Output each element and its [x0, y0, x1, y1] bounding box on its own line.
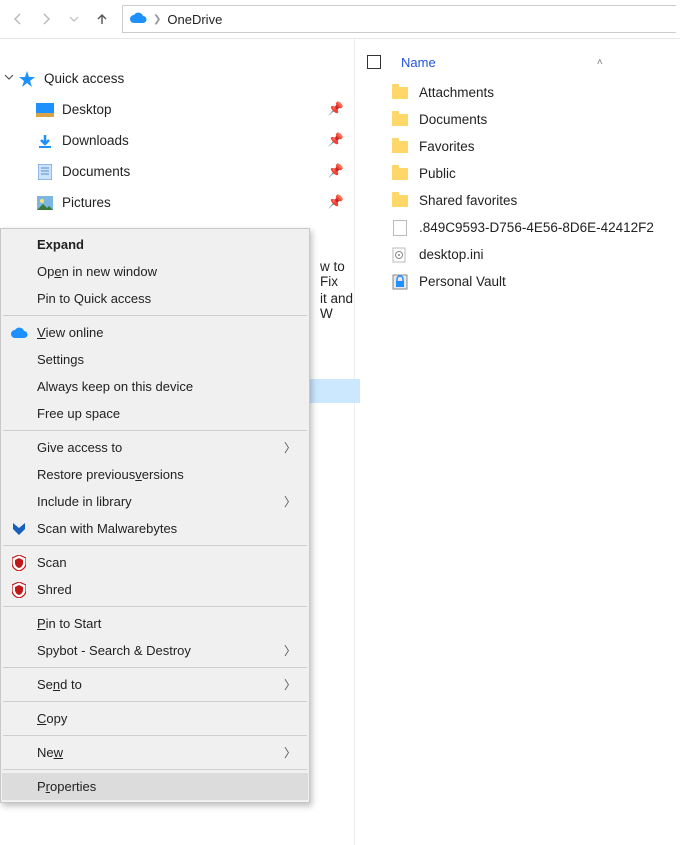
pin-icon: 📌 [328, 132, 344, 148]
vault-icon [391, 273, 409, 291]
select-all-checkbox[interactable] [367, 55, 381, 69]
ctx-separator [3, 769, 307, 770]
ctx-scan-malwarebytes[interactable]: Scan with Malwarebytes [2, 515, 308, 542]
ctx-pin-quick-access[interactable]: Pin to Quick access [2, 285, 308, 312]
content-pane: Name ˄ Attachments Documents Favorites P… [355, 39, 680, 845]
ctx-pin-start[interactable]: Pin to Start [2, 610, 308, 637]
tree-item-selected-partial [304, 379, 360, 403]
file-name: Documents [419, 112, 487, 127]
chevron-down-icon[interactable] [4, 72, 18, 85]
chevron-right-icon: 〉 [284, 493, 296, 510]
file-name: Public [419, 166, 456, 181]
ctx-separator [3, 667, 307, 668]
ctx-expand[interactable]: Expand [2, 231, 308, 258]
ctx-separator [3, 430, 307, 431]
malwarebytes-icon [10, 520, 28, 538]
mcafee-icon [10, 581, 28, 599]
ctx-copy[interactable]: Copy [2, 705, 308, 732]
breadcrumb[interactable]: ❯ OneDrive [122, 5, 676, 33]
chevron-right-icon: 〉 [284, 642, 296, 659]
ctx-spybot[interactable]: Spybot - Search & Destroy〉 [2, 637, 308, 664]
mcafee-icon [10, 554, 28, 572]
ctx-open-new-window[interactable]: Open in new window [2, 258, 308, 285]
downloads-icon [36, 132, 54, 150]
file-name: Shared favorites [419, 193, 517, 208]
file-icon [391, 219, 409, 237]
chevron-right-icon: 〉 [284, 676, 296, 693]
column-header-row: Name ˄ [355, 45, 680, 79]
folder-icon [391, 111, 409, 129]
breadcrumb-location[interactable]: OneDrive [167, 12, 222, 27]
tree-item-label: Pictures [62, 195, 111, 210]
file-item[interactable]: Shared favorites [355, 187, 680, 214]
tree-item-label: Documents [62, 164, 130, 179]
ctx-properties[interactable]: Properties [2, 773, 308, 800]
tree-item-label: Quick access [44, 71, 124, 86]
ctx-give-access[interactable]: Give access to〉 [2, 434, 308, 461]
pictures-icon [36, 194, 54, 212]
quick-access-icon [18, 70, 36, 88]
folder-icon [391, 192, 409, 210]
forward-button[interactable] [32, 5, 60, 33]
column-header-name[interactable]: Name [401, 55, 436, 70]
file-name: desktop.ini [419, 247, 484, 262]
ctx-separator [3, 606, 307, 607]
ctx-restore-previous[interactable]: Restore previous versions [2, 461, 308, 488]
tree-item-desktop[interactable]: Desktop 📌 [0, 94, 354, 125]
ctx-shred[interactable]: Shred [2, 576, 308, 603]
file-name: Favorites [419, 139, 475, 154]
file-item[interactable]: Attachments [355, 79, 680, 106]
pin-icon: 📌 [328, 194, 344, 210]
file-item[interactable]: desktop.ini [355, 241, 680, 268]
tree-item-partial: it and W [320, 291, 354, 321]
chevron-right-icon: 〉 [284, 744, 296, 761]
file-item[interactable]: Favorites [355, 133, 680, 160]
back-button[interactable] [4, 5, 32, 33]
file-item[interactable]: .849C9593-D756-4E56-8D6E-42412F2 [355, 214, 680, 241]
file-item[interactable]: Public [355, 160, 680, 187]
folder-icon [391, 165, 409, 183]
tree-item-downloads[interactable]: Downloads 📌 [0, 125, 354, 156]
ctx-new[interactable]: New〉 [2, 739, 308, 766]
file-item[interactable]: Personal Vault [355, 268, 680, 295]
ctx-separator [3, 735, 307, 736]
desktop-icon [36, 101, 54, 119]
context-menu: Expand Open in new window Pin to Quick a… [0, 228, 310, 803]
file-name: Attachments [419, 85, 494, 100]
ctx-separator [3, 315, 307, 316]
address-bar: ❯ OneDrive [0, 0, 680, 38]
tree-item-label: Downloads [62, 133, 129, 148]
ctx-always-keep[interactable]: Always keep on this device [2, 373, 308, 400]
chevron-right-icon: 〉 [284, 439, 296, 456]
ini-file-icon [391, 246, 409, 264]
tree-item-pictures[interactable]: Pictures 📌 [0, 187, 354, 218]
file-name: .849C9593-D756-4E56-8D6E-42412F2 [419, 220, 654, 235]
onedrive-icon [10, 324, 28, 342]
documents-icon [36, 163, 54, 181]
tree-item-documents[interactable]: Documents 📌 [0, 156, 354, 187]
folder-icon [391, 138, 409, 156]
pin-icon: 📌 [328, 101, 344, 117]
tree-item-partial: w to Fix [320, 259, 354, 289]
file-name: Personal Vault [419, 274, 506, 289]
folder-icon [391, 84, 409, 102]
up-button[interactable] [88, 5, 116, 33]
ctx-separator [3, 701, 307, 702]
ctx-view-online[interactable]: View online [2, 319, 308, 346]
recent-dropdown[interactable] [60, 5, 88, 33]
ctx-separator [3, 545, 307, 546]
breadcrumb-separator: ❯ [153, 14, 161, 25]
sort-indicator-icon: ˄ [597, 57, 603, 68]
ctx-include-library[interactable]: Include in library〉 [2, 488, 308, 515]
onedrive-icon [129, 12, 147, 27]
file-item[interactable]: Documents [355, 106, 680, 133]
ctx-free-up-space[interactable]: Free up space [2, 400, 308, 427]
ctx-send-to[interactable]: Send to〉 [2, 671, 308, 698]
tree-item-label: Desktop [62, 102, 112, 117]
ctx-settings[interactable]: Settings [2, 346, 308, 373]
tree-root-quick-access[interactable]: Quick access [0, 63, 354, 94]
ctx-scan[interactable]: Scan [2, 549, 308, 576]
pin-icon: 📌 [328, 163, 344, 179]
